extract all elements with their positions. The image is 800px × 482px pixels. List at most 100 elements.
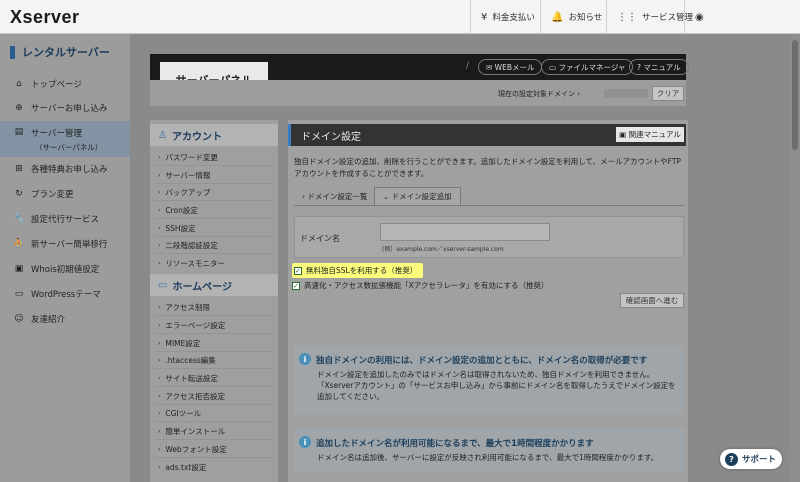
- chevron-right-icon: ›: [158, 304, 161, 311]
- submenu-item-label: サイト転送設定: [165, 374, 218, 383]
- tab-domain-list[interactable]: › ドメイン設定一覧: [294, 187, 375, 205]
- chevron-right-icon: ›: [158, 225, 161, 232]
- domain-name-input[interactable]: [380, 223, 550, 241]
- monitor-icon: ▭: [158, 279, 168, 291]
- chevron-right-icon: ›: [158, 340, 161, 347]
- submenu-item-label: 簡単インストール: [165, 427, 226, 436]
- submenu-item-resource-monitor[interactable]: › リソースモニター: [158, 258, 225, 269]
- tab-underline: [294, 205, 684, 206]
- sidebar-title: レンタルサーバー: [10, 44, 110, 60]
- xserver-logo[interactable]: Xserver: [10, 7, 80, 28]
- sidebar-item-label: 新サーバー簡単移行: [31, 240, 108, 250]
- divider: [154, 404, 274, 405]
- submenu-item-label: Webフォント設定: [165, 445, 227, 454]
- chevron-right-icon: ›: [158, 393, 161, 400]
- file-manager-label: ファイルマネージャ: [558, 62, 626, 72]
- nav-user[interactable]: ◉: [684, 0, 800, 34]
- chevron-right-icon: ›: [158, 189, 161, 196]
- submenu-item-ads-txt[interactable]: › ads.txt設定: [158, 462, 206, 473]
- related-manual-button[interactable]: ▣ 関連マニュアル: [616, 127, 684, 142]
- webmail-label: WEBメール: [494, 62, 535, 72]
- refresh-icon: ↻: [15, 189, 23, 199]
- sidebar-item-sublabel: （サーバーパネル）: [35, 143, 103, 152]
- submenu-item-label: アクセス拒否設定: [165, 392, 226, 401]
- home-icon: ⌂: [16, 79, 22, 89]
- nav-payment-label: 料金支払い: [492, 13, 535, 23]
- submenu-item-ssh[interactable]: › SSH設定: [158, 223, 196, 234]
- submenu-item-site-redirect[interactable]: › サイト転送設定: [158, 373, 218, 384]
- homepage-section-label: ホームページ: [172, 281, 232, 293]
- free-ssl-checkbox[interactable]: ✓: [294, 266, 302, 275]
- sidebar-item-label: 友達紹介: [31, 315, 66, 325]
- person-move-icon: ⛹: [13, 239, 25, 249]
- sidebar-item-migration[interactable]: ⛹ 新サーバー簡単移行: [0, 232, 130, 256]
- sidebar-item-wordpress-theme[interactable]: ▭ WordPressテーマ: [0, 282, 130, 306]
- submenu-item-2fa[interactable]: › 二段階認証設定: [158, 240, 218, 251]
- divider: [154, 218, 274, 219]
- grid-icon: ⋮⋮: [617, 11, 637, 23]
- xaccelerator-checkbox[interactable]: ✓: [292, 281, 300, 290]
- tab-domain-add-label: ドメイン設定追加: [391, 192, 452, 201]
- bell-icon: 🔔: [551, 11, 564, 23]
- sidebar-item-server-apply[interactable]: ⊕ サーバーお申し込み: [0, 96, 130, 120]
- nav-payment[interactable]: ¥ 料金支払い: [470, 0, 545, 34]
- submenu-item-cgi-tools[interactable]: › CGIツール: [158, 408, 201, 419]
- info-box-propagation: [294, 428, 684, 472]
- xaccelerator-checkbox-row[interactable]: ✓ 高速化・アクセス数拡張機能「Xアクセラレータ」を有効にする（推奨）: [292, 280, 548, 291]
- referral-icon: ☺: [14, 314, 24, 324]
- submenu-item-mime[interactable]: › MIME設定: [158, 338, 200, 349]
- file-manager-button[interactable]: ▭ ファイルマネージャ: [541, 59, 634, 75]
- submenu-item-access-deny[interactable]: › アクセス拒否設定: [158, 391, 225, 402]
- submenu-item-htaccess[interactable]: › .htaccess編集: [158, 355, 216, 366]
- confirm-button[interactable]: 確認画面へ進む: [620, 293, 684, 308]
- submenu-item-label: バックアップ: [165, 188, 211, 197]
- sidebar-item-setup-service[interactable]: 🔧 設定代行サービス: [0, 207, 130, 231]
- submenu-item-label: パスワード変更: [165, 153, 218, 162]
- account-section-label: アカウント: [171, 131, 222, 143]
- divider: [154, 368, 274, 369]
- sidebar-title-label: レンタルサーバー: [22, 46, 110, 59]
- book-icon: ▣: [619, 130, 629, 139]
- chevron-right-icon: ›: [158, 260, 161, 267]
- submenu-item-label: CGIツール: [165, 409, 202, 418]
- sidebar-item-referral[interactable]: ☺ 友達紹介: [0, 307, 130, 331]
- sidebar-item-benefits[interactable]: ⊞ 各種特典お申し込み: [0, 157, 130, 181]
- manual-button[interactable]: ? マニュアル: [629, 59, 689, 75]
- free-ssl-label: 無料独自SSLを利用する（推奨）: [306, 266, 418, 275]
- webmail-button[interactable]: ✉ WEBメール: [478, 59, 543, 75]
- chevron-right-icon: ›: [158, 322, 161, 329]
- submenu-item-backup[interactable]: › バックアップ: [158, 187, 210, 198]
- submenu-item-cron[interactable]: › Cron設定: [158, 205, 198, 216]
- divider: [154, 351, 274, 352]
- submenu-item-error-page[interactable]: › エラーページ設定: [158, 320, 225, 331]
- tab-domain-add[interactable]: ⌄ ドメイン設定追加: [374, 187, 461, 205]
- submenu-item-easy-install[interactable]: › 簡単インストール: [158, 426, 225, 437]
- divider: [154, 333, 274, 334]
- free-ssl-checkbox-row[interactable]: ✓ 無料独自SSLを利用する（推奨）: [292, 263, 424, 278]
- submenu-item-label: MIME設定: [165, 339, 201, 348]
- support-button[interactable]: ? サポート: [720, 449, 782, 469]
- divider: [154, 315, 274, 316]
- manual-label: マニュアル: [643, 62, 681, 72]
- submenu-item-access-limit[interactable]: › アクセス制限: [158, 302, 210, 313]
- submenu-item-web-font[interactable]: › Webフォント設定: [158, 444, 227, 455]
- clear-button[interactable]: クリア: [652, 86, 684, 101]
- sidebar-item-label: トップページ: [31, 80, 82, 90]
- sidebar-item-plan-change[interactable]: ↻ プラン変更: [0, 182, 130, 206]
- nav-notice[interactable]: 🔔 お知らせ: [540, 0, 612, 34]
- info-icon: i: [299, 353, 311, 365]
- sidebar-item-top[interactable]: ⌂ トップページ: [0, 72, 130, 96]
- plus-circle-icon: ⊕: [15, 103, 23, 113]
- sidebar-item-label: Whois初期値設定: [31, 265, 100, 275]
- sidebar-item-server-manage[interactable]: ▤ サーバー管理 （サーバーパネル）: [0, 121, 130, 157]
- domain-name-hint: (例）example.com／xserver-sample.com: [382, 246, 504, 253]
- info-title: 独自ドメインの利用には、ドメイン設定の追加とともに、ドメイン名の取得が必要です: [316, 356, 648, 366]
- submenu-item-label: リソースモニター: [165, 259, 226, 268]
- homepage-section-header: ▭ ホームページ: [150, 274, 278, 296]
- submenu-item-password[interactable]: › パスワード変更: [158, 152, 218, 163]
- info-body: ドメイン名は追加後、サーバーに設定が反映され利用可能になるまで、最大で1時間程度…: [317, 453, 659, 462]
- submenu-item-server-info[interactable]: › サーバー情報: [158, 170, 210, 181]
- sidebar-item-whois[interactable]: ▣ Whois初期値設定: [0, 257, 130, 281]
- scrollbar-thumb[interactable]: [792, 40, 798, 150]
- title-accent-bar: [10, 45, 15, 59]
